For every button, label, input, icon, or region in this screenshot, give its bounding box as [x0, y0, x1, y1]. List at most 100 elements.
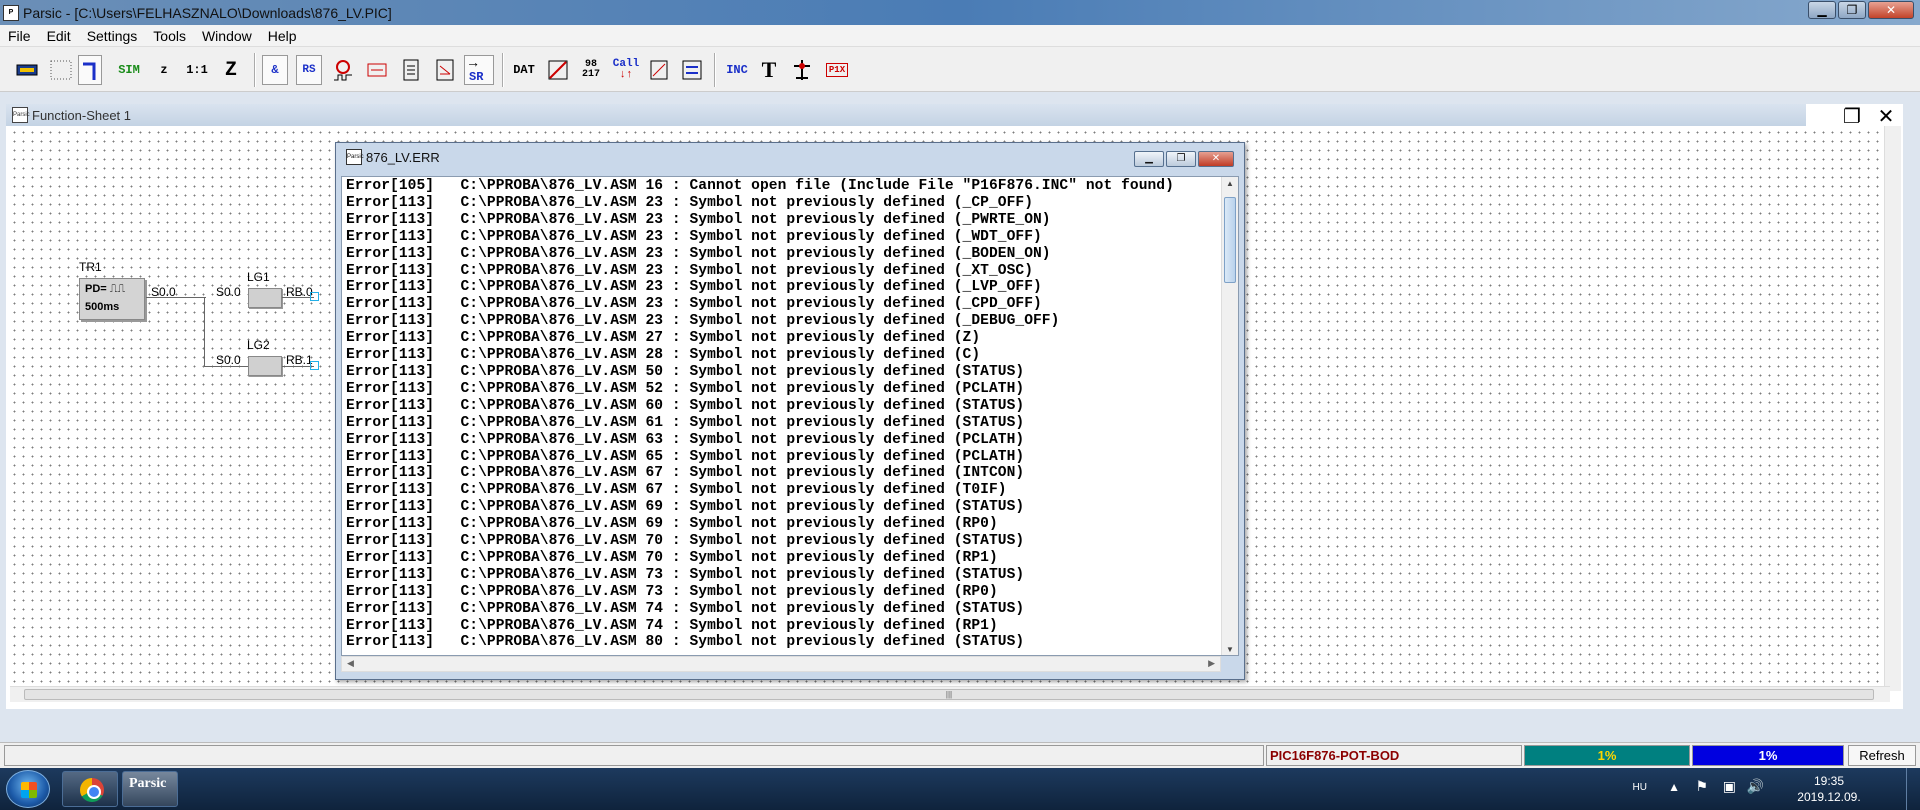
sheet-maximize-icon[interactable]: ❐	[1838, 104, 1866, 128]
language-indicator[interactable]: HU	[1633, 782, 1647, 793]
error-line[interactable]: Error[113] C:\PPROBA\876_LV.ASM 23 : Sym…	[346, 195, 1216, 212]
inc-button[interactable]: INC	[722, 55, 752, 85]
and-gate-button[interactable]: &	[262, 55, 288, 85]
error-line[interactable]: Error[113] C:\PPROBA\876_LV.ASM 28 : Sym…	[346, 347, 1216, 364]
mux-icon[interactable]	[646, 55, 672, 85]
timer-block-tr1[interactable]: PD= ⎍⎍ 500ms	[79, 278, 145, 320]
error-line[interactable]: Error[113] C:\PPROBA\876_LV.ASM 23 : Sym…	[346, 229, 1216, 246]
taskbar-parsic[interactable]: Parsic	[122, 771, 178, 807]
clock-date[interactable]: 2019.12.09.	[1794, 790, 1864, 804]
network-icon[interactable]: ▣	[1723, 778, 1736, 795]
error-minimize-button[interactable]: ▁	[1134, 151, 1164, 167]
maximize-button[interactable]: ❐	[1838, 1, 1866, 19]
numeric-button[interactable]: 98 217	[576, 55, 606, 85]
flag-icon[interactable]: ⚑	[1695, 778, 1708, 795]
text-tool-button[interactable]: T	[756, 55, 782, 85]
show-desktop-button[interactable]	[1906, 768, 1920, 810]
sim-button[interactable]: SIM	[114, 55, 144, 85]
sheet-vertical-scrollbar[interactable]	[1884, 126, 1901, 691]
scroll-up-icon[interactable]: ▲	[1225, 179, 1235, 189]
error-line[interactable]: Error[113] C:\PPROBA\876_LV.ASM 73 : Sym…	[346, 567, 1216, 584]
error-line[interactable]: Error[113] C:\PPROBA\876_LV.ASM 65 : Sym…	[346, 449, 1216, 466]
error-line[interactable]: Error[113] C:\PPROBA\876_LV.ASM 74 : Sym…	[346, 601, 1216, 618]
lg1-input-label: S0.0	[216, 285, 241, 299]
volume-icon[interactable]: 🔊	[1747, 778, 1764, 795]
logic-block-lg2[interactable]	[248, 356, 282, 376]
error-line[interactable]: Error[113] C:\PPROBA\876_LV.ASM 23 : Sym…	[346, 246, 1216, 263]
output-pin[interactable]	[310, 292, 319, 301]
error-line[interactable]: Error[113] C:\PPROBA\876_LV.ASM 63 : Sym…	[346, 432, 1216, 449]
menu-edit[interactable]: Edit	[39, 28, 79, 44]
menu-file[interactable]: File	[0, 28, 39, 44]
byte-icon[interactable]	[678, 55, 706, 85]
start-button[interactable]	[6, 770, 50, 808]
error-line[interactable]: Error[113] C:\PPROBA\876_LV.ASM 23 : Sym…	[346, 279, 1216, 296]
error-line[interactable]: Error[113] C:\PPROBA\876_LV.ASM 69 : Sym…	[346, 516, 1216, 533]
taskbar-chrome[interactable]	[62, 771, 118, 807]
shift-register-icon[interactable]	[398, 55, 424, 85]
grid-icon[interactable]	[46, 55, 76, 85]
scroll-thumb[interactable]	[1224, 197, 1236, 283]
tray-expand-icon[interactable]: ▲	[1668, 780, 1680, 794]
output-pin[interactable]	[310, 361, 319, 370]
wire-tool-icon[interactable]	[78, 55, 102, 85]
sheet-horizontal-scrollbar[interactable]: |||	[10, 686, 1890, 702]
error-line[interactable]: Error[113] C:\PPROBA\876_LV.ASM 70 : Sym…	[346, 550, 1216, 567]
error-horizontal-scrollbar[interactable]: ◀ ▶	[341, 656, 1221, 672]
error-line[interactable]: Error[113] C:\PPROBA\876_LV.ASM 67 : Sym…	[346, 482, 1216, 499]
compare-icon[interactable]	[432, 55, 458, 85]
sheet-close-icon[interactable]: ✕	[1872, 104, 1900, 128]
error-line[interactable]: Error[113] C:\PPROBA\876_LV.ASM 27 : Sym…	[346, 330, 1216, 347]
error-line[interactable]: Error[113] C:\PPROBA\876_LV.ASM 74 : Sym…	[346, 618, 1216, 635]
menu-help[interactable]: Help	[260, 28, 305, 44]
zoom-small-button[interactable]: z	[150, 55, 178, 85]
error-maximize-button[interactable]: ❐	[1166, 151, 1196, 167]
p1x-button[interactable]: P1X	[822, 55, 852, 85]
error-line[interactable]: Error[113] C:\PPROBA\876_LV.ASM 52 : Sym…	[346, 381, 1216, 398]
zoom-one-button[interactable]: 1:1	[182, 55, 212, 85]
error-line[interactable]: Error[113] C:\PPROBA\876_LV.ASM 61 : Sym…	[346, 415, 1216, 432]
menu-window[interactable]: Window	[194, 28, 260, 44]
scroll-left-icon[interactable]: ◀	[347, 658, 354, 669]
minimize-button[interactable]: ▁	[1808, 1, 1836, 19]
refresh-button[interactable]: Refresh	[1848, 745, 1916, 766]
menu-settings[interactable]: Settings	[79, 28, 146, 44]
error-window-titlebar[interactable]: Parsic 876_LV.ERR ▁ ❐ ✕	[336, 143, 1244, 171]
error-line[interactable]: Error[113] C:\PPROBA\876_LV.ASM 67 : Sym…	[346, 465, 1216, 482]
probe-icon[interactable]	[788, 55, 816, 85]
dat-button[interactable]: DAT	[508, 55, 540, 85]
slope-icon[interactable]	[544, 55, 572, 85]
error-log[interactable]: Error[105] C:\PPROBA\876_LV.ASM 16 : Can…	[341, 176, 1239, 656]
rs-flipflop-button[interactable]: RS	[296, 55, 322, 85]
error-line[interactable]: Error[113] C:\PPROBA\876_LV.ASM 50 : Sym…	[346, 364, 1216, 381]
tr1-period: 500ms	[85, 301, 120, 313]
toolbar-separator	[254, 53, 256, 87]
timer-icon[interactable]	[330, 55, 356, 85]
error-line[interactable]: Error[113] C:\PPROBA\876_LV.ASM 70 : Sym…	[346, 533, 1216, 550]
app-icon[interactable]: P	[3, 4, 19, 21]
error-line[interactable]: Error[105] C:\PPROBA\876_LV.ASM 16 : Can…	[346, 178, 1216, 195]
call-button[interactable]: Call ↓↑	[610, 55, 642, 85]
scroll-down-icon[interactable]: ▼	[1225, 645, 1235, 655]
error-line[interactable]: Error[113] C:\PPROBA\876_LV.ASM 73 : Sym…	[346, 584, 1216, 601]
error-line[interactable]: Error[113] C:\PPROBA\876_LV.ASM 60 : Sym…	[346, 398, 1216, 415]
clock-time[interactable]: 19:35	[1794, 774, 1864, 788]
counter-icon[interactable]	[364, 55, 390, 85]
scroll-right-icon[interactable]: ▶	[1208, 658, 1215, 669]
error-line[interactable]: Error[113] C:\PPROBA\876_LV.ASM 23 : Sym…	[346, 313, 1216, 330]
error-line[interactable]: Error[113] C:\PPROBA\876_LV.ASM 80 : Sym…	[346, 634, 1216, 651]
scroll-thumb[interactable]: |||	[24, 689, 1874, 700]
error-line[interactable]: Error[113] C:\PPROBA\876_LV.ASM 69 : Sym…	[346, 499, 1216, 516]
error-vertical-scrollbar[interactable]: ▲ ▼	[1221, 177, 1238, 655]
wire	[146, 297, 206, 298]
close-button[interactable]: ✕	[1868, 1, 1914, 19]
sr-button[interactable]: → SR	[464, 55, 494, 85]
error-close-button[interactable]: ✕	[1198, 151, 1234, 167]
menu-tools[interactable]: Tools	[145, 28, 194, 44]
error-line[interactable]: Error[113] C:\PPROBA\876_LV.ASM 23 : Sym…	[346, 212, 1216, 229]
device-icon[interactable]	[12, 55, 42, 85]
logic-block-lg1[interactable]	[248, 288, 282, 308]
zoom-big-button[interactable]: Z	[216, 55, 246, 85]
error-line[interactable]: Error[113] C:\PPROBA\876_LV.ASM 23 : Sym…	[346, 263, 1216, 280]
error-line[interactable]: Error[113] C:\PPROBA\876_LV.ASM 23 : Sym…	[346, 296, 1216, 313]
